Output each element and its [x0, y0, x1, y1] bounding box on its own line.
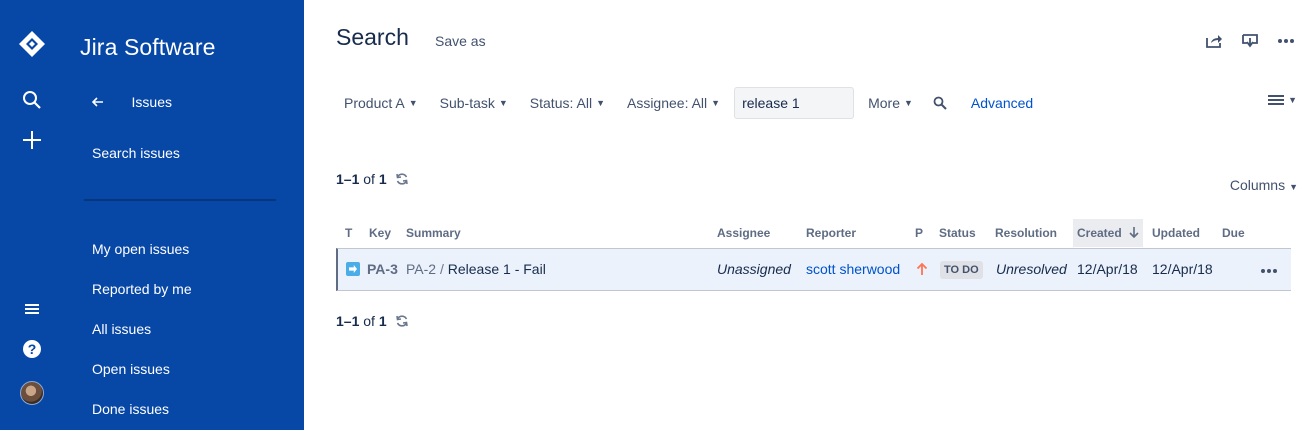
type-filter[interactable]: Sub-task ▼: [432, 87, 516, 119]
col-header-created[interactable]: Created: [1073, 219, 1144, 247]
status-filter-label: Status: All: [529, 95, 593, 111]
search-submit-icon[interactable]: [925, 87, 955, 119]
col-header-type[interactable]: T: [345, 219, 352, 247]
type-filter-label: Sub-task: [439, 95, 495, 111]
main-content: Search Save as Product A ▼ Sub-task ▼ Stat…: [304, 0, 1315, 430]
result-total: 1: [378, 313, 387, 329]
chevron-down-icon: ▼: [1288, 95, 1297, 105]
status-filter[interactable]: Status: All ▼: [522, 87, 613, 119]
chevron-down-icon: ▼: [596, 98, 605, 108]
result-count-bottom: 1–1 of 1: [336, 313, 409, 329]
chevron-down-icon: ▼: [711, 98, 721, 108]
issue-key-link[interactable]: PA-3: [367, 249, 398, 290]
project-filter-label: Product A: [344, 95, 405, 111]
status-lozenge: TO DO: [940, 261, 983, 280]
back-label: Issues: [131, 94, 172, 110]
result-of: of: [363, 313, 375, 329]
sidebar-item-done-issues[interactable]: Done issues: [92, 401, 169, 417]
updated-cell: 12/Apr/18: [1152, 261, 1213, 277]
col-header-resolution[interactable]: Resolution: [995, 219, 1057, 247]
created-cell: 12/Apr/18: [1077, 261, 1138, 277]
col-header-assignee[interactable]: Assignee: [717, 219, 770, 247]
global-nav: ?: [0, 0, 64, 430]
more-filter[interactable]: More ▼: [860, 87, 921, 119]
sort-arrow-down-icon: [1129, 227, 1139, 239]
chevron-down-icon: ▼: [903, 98, 913, 108]
result-range: 1–1: [336, 313, 360, 329]
more-actions-icon[interactable]: [1277, 32, 1295, 50]
svg-text:?: ?: [28, 341, 37, 357]
back-to-issues-link[interactable]: Issues: [91, 92, 172, 112]
project-filter[interactable]: Product A ▼: [336, 87, 426, 119]
create-plus-icon[interactable]: [20, 128, 44, 152]
arrow-up-icon: [916, 262, 928, 275]
export-icon[interactable]: [1241, 32, 1259, 50]
sidebar-divider: [84, 199, 276, 201]
col-header-key[interactable]: Key: [369, 219, 391, 247]
filter-bar: Product A ▼ Sub-task ▼ Status: All ▼ Assign…: [336, 87, 1033, 119]
refresh-icon[interactable]: [395, 172, 409, 186]
assignee-filter[interactable]: Assignee: All ▼: [619, 87, 728, 119]
table-header: T Key Summary Assignee Reporter P Status…: [336, 219, 1291, 247]
columns-label: Columns: [1229, 177, 1286, 193]
columns-button[interactable]: Columns ▼: [1230, 177, 1298, 193]
app-title: Jira Software: [80, 34, 216, 60]
col-header-reporter[interactable]: Reporter: [806, 219, 856, 247]
sidebar-item-all-issues[interactable]: All issues: [92, 321, 151, 337]
reporter-link[interactable]: scott sherwood: [806, 249, 900, 290]
col-header-priority[interactable]: P: [915, 219, 923, 247]
advanced-search-link[interactable]: Advanced: [971, 95, 1033, 111]
col-header-created-label: Created: [1077, 226, 1122, 240]
result-total: 1: [378, 171, 387, 187]
sidebar-item-reported-by-me[interactable]: Reported by me: [92, 281, 192, 297]
page-actions: [1205, 32, 1295, 50]
table-row[interactable]: PA-3 PA-2 / Release 1 - Fail Unassigned …: [336, 248, 1291, 291]
page-title: Search: [336, 24, 409, 50]
chevron-down-icon: ▼: [498, 98, 508, 108]
col-header-status[interactable]: Status: [939, 219, 976, 247]
priority-cell: [916, 249, 928, 290]
chevron-down-icon: ▼: [1289, 182, 1298, 192]
sidebar-item-my-open-issues[interactable]: My open issues: [92, 241, 189, 257]
list-view-icon: [1268, 95, 1285, 105]
text-search-input[interactable]: [734, 87, 855, 119]
assignee-cell: Unassigned: [717, 261, 791, 277]
status-cell: TO DO: [940, 249, 983, 290]
result-count-top: 1–1 of 1: [336, 171, 409, 187]
issue-summary-cell: PA-2 / Release 1 - Fail: [406, 249, 546, 290]
col-header-summary[interactable]: Summary: [406, 219, 461, 247]
arrow-left-icon: [91, 94, 132, 110]
row-actions-icon[interactable]: [1260, 249, 1278, 290]
more-filter-label: More: [868, 95, 900, 111]
search-icon[interactable]: [20, 88, 44, 112]
help-icon[interactable]: ?: [20, 337, 44, 361]
sidebar-item-open-issues[interactable]: Open issues: [92, 361, 170, 377]
save-as-button[interactable]: Save as: [435, 33, 486, 49]
project-sidebar: Jira Software Issues Search issues My op…: [64, 0, 304, 430]
col-header-due[interactable]: Due: [1222, 219, 1245, 247]
app-switcher-menu-icon[interactable]: [20, 297, 44, 321]
parent-key-link[interactable]: PA-2: [406, 261, 436, 277]
assignee-filter-label: Assignee: All: [626, 95, 708, 111]
chevron-down-icon: ▼: [408, 98, 418, 108]
parent-separator: /: [439, 261, 444, 277]
result-range: 1–1: [336, 171, 360, 187]
col-header-updated[interactable]: Updated: [1152, 219, 1200, 247]
resolution-cell: Unresolved: [996, 261, 1067, 277]
refresh-icon[interactable]: [395, 314, 409, 328]
subtask-type-icon: [346, 262, 360, 276]
user-avatar[interactable]: [20, 381, 44, 405]
result-of: of: [363, 171, 375, 187]
list-view-toggle[interactable]: ▼: [1268, 94, 1297, 106]
issue-summary-link[interactable]: Release 1 - Fail: [448, 261, 546, 277]
jira-logo-icon[interactable]: [18, 30, 46, 58]
share-icon[interactable]: [1205, 32, 1223, 50]
sidebar-item-search-issues[interactable]: Search issues: [92, 145, 180, 161]
